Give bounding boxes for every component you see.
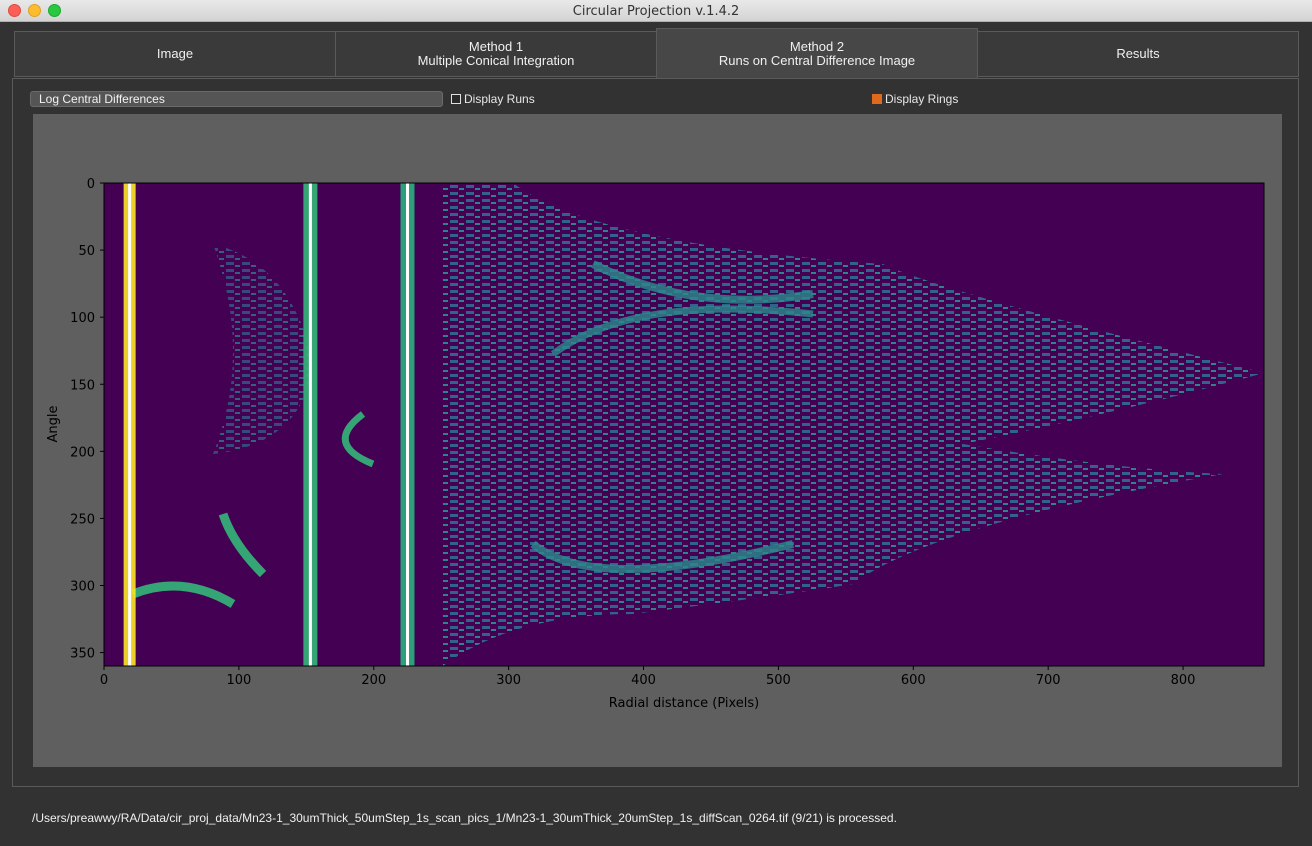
y-axis-ticks: 0 50 100 150 200 250 300 350 xyxy=(70,177,104,662)
tab-results-label: Results xyxy=(1116,46,1160,61)
image-mode-dropdown[interactable]: Log Central Differences xyxy=(30,91,443,107)
tab-results[interactable]: Results xyxy=(977,31,1299,77)
plot-canvas[interactable]: 0 100 200 300 400 500 600 700 800 0 50 100 150 200 25… xyxy=(33,114,1282,767)
tab-method-1-title: Method 1 xyxy=(468,39,524,54)
display-runs-box[interactable] xyxy=(451,94,461,104)
tab-method-1[interactable]: Method 1 Multiple Conical Integration xyxy=(335,31,657,77)
tab-bar: Image Method 1 Multiple Conical Integrat… xyxy=(14,28,1299,78)
tab-method-1-subtitle: Multiple Conical Integration xyxy=(417,53,575,68)
y-tick-label: 50 xyxy=(78,244,95,259)
display-rings-checkbox[interactable]: Display Rings xyxy=(872,92,958,106)
heatmap-figure: 0 100 200 300 400 500 600 700 800 0 50 100 150 200 25… xyxy=(46,177,1265,711)
y-tick-label: 0 xyxy=(87,177,95,192)
x-tick-label: 500 xyxy=(766,673,791,688)
tab-method-2-title: Method 2 xyxy=(789,38,845,54)
x-axis-ticks: 0 100 200 300 400 500 600 700 800 xyxy=(100,666,1196,688)
display-rings-box[interactable] xyxy=(872,94,882,104)
y-tick-label: 350 xyxy=(70,647,95,662)
x-tick-label: 200 xyxy=(361,673,386,688)
y-tick-label: 300 xyxy=(70,580,95,595)
y-tick-label: 150 xyxy=(70,378,95,393)
y-tick-label: 100 xyxy=(70,311,95,326)
y-tick-label: 250 xyxy=(70,512,95,527)
y-axis-label: Angle xyxy=(46,406,61,443)
y-tick-label: 200 xyxy=(70,445,95,460)
x-tick-label: 800 xyxy=(1171,673,1196,688)
display-runs-label: Display Runs xyxy=(464,92,535,106)
window-title: Circular Projection v.1.4.2 xyxy=(572,4,740,19)
x-tick-label: 100 xyxy=(226,673,251,688)
x-tick-label: 700 xyxy=(1036,673,1061,688)
status-message: /Users/preawwy/RA/Data/cir_proj_data/Mn2… xyxy=(32,811,897,825)
x-axis-label: Radial distance (Pixels) xyxy=(609,696,760,711)
x-tick-label: 300 xyxy=(496,673,521,688)
title-bar: Circular Projection v.1.4.2 xyxy=(0,0,1312,22)
display-rings-label: Display Rings xyxy=(885,92,959,106)
tab-image[interactable]: Image xyxy=(14,31,336,77)
tab-method-2-subtitle: Runs on Central Difference Image xyxy=(718,52,916,68)
display-runs-checkbox[interactable]: Display Runs xyxy=(451,92,535,106)
x-tick-label: 600 xyxy=(901,673,926,688)
x-tick-label: 400 xyxy=(631,673,656,688)
tab-image-label: Image xyxy=(156,46,194,61)
tab-method-2[interactable]: Method 2 Runs on Central Difference Imag… xyxy=(656,28,978,78)
x-tick-label: 0 xyxy=(100,673,108,688)
